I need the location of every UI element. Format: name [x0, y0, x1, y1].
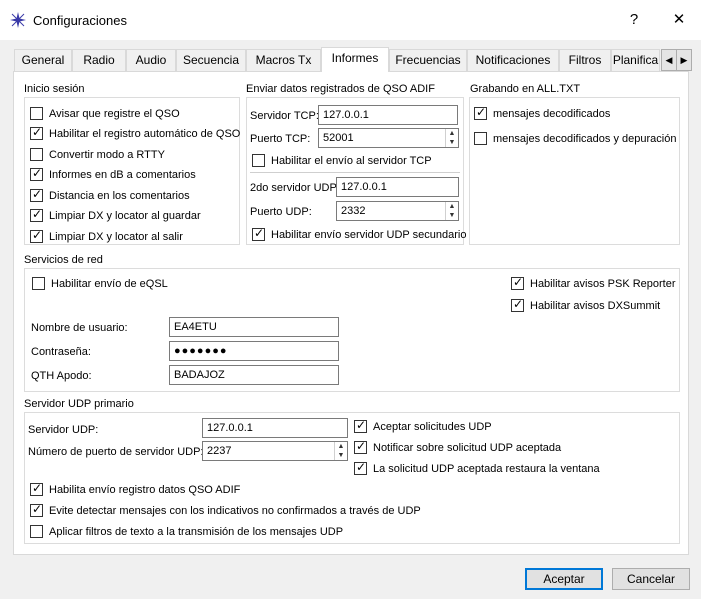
chk-dxsummit[interactable]: Habilitar avisos DXSummit: [511, 297, 660, 314]
checkbox[interactable]: [252, 154, 265, 167]
network-title: Servicios de red: [24, 254, 103, 266]
checkbox[interactable]: [30, 107, 43, 120]
checkbox[interactable]: [474, 105, 487, 120]
tab-notificaciones[interactable]: Notificaciones: [467, 49, 559, 71]
chk-evite-no-confirmados[interactable]: Evite detectar mensajes con los indicati…: [30, 502, 421, 519]
password-label: Contraseña:: [31, 346, 91, 358]
tcp-server-input[interactable]: 127.0.0.1: [318, 105, 458, 125]
spin-down-icon[interactable]: ▼: [335, 451, 347, 460]
chk-envio-adif[interactable]: Habilita envío registro datos QSO ADIF: [30, 481, 240, 498]
password-input[interactable]: ●●●●●●●: [169, 341, 339, 361]
checkbox[interactable]: [511, 297, 524, 312]
tcp-server-label: Servidor TCP:: [250, 110, 319, 122]
chk-eqsl[interactable]: Habilitar envío de eQSL: [32, 275, 168, 292]
checkbox[interactable]: [474, 132, 487, 145]
spin-up-icon[interactable]: ▲: [335, 442, 347, 451]
checkbox[interactable]: [30, 525, 43, 538]
udp-port-spinbox[interactable]: 2332 ▲ ▼: [336, 201, 459, 221]
checkbox[interactable]: [354, 439, 367, 454]
chk-tcp-enable[interactable]: Habilitar el envío al servidor TCP: [252, 152, 432, 169]
tab-planifica[interactable]: Planifica: [611, 49, 660, 71]
tab-frecuencias[interactable]: Frecuencias: [389, 49, 467, 71]
qth-input[interactable]: BADAJOZ: [169, 365, 339, 385]
adif-separator: [250, 172, 460, 173]
udp-port-label: Puerto UDP:: [250, 206, 312, 218]
udp-server-label: Servidor UDP:: [28, 424, 99, 436]
tab-radio[interactable]: Radio: [72, 49, 126, 71]
tab-informes[interactable]: Informes: [321, 47, 389, 72]
checkbox[interactable]: [30, 228, 43, 243]
checkbox[interactable]: [30, 187, 43, 202]
chk-limpiar-guardar[interactable]: Limpiar DX y locator al guardar: [30, 207, 201, 224]
spin-up-icon[interactable]: ▲: [446, 202, 458, 211]
tcp-port-label: Puerto TCP:: [250, 133, 311, 145]
chk-avisar-registro[interactable]: Avisar que registre el QSO: [30, 105, 180, 122]
checkbox[interactable]: [30, 166, 43, 181]
spin-down-icon[interactable]: ▼: [446, 138, 458, 147]
spin-up-icon[interactable]: ▲: [446, 129, 458, 138]
username-label: Nombre de usuario:: [31, 322, 128, 334]
help-button[interactable]: ?: [620, 8, 648, 32]
tab-general[interactable]: General: [14, 49, 72, 71]
qth-label: QTH Apodo:: [31, 370, 92, 382]
close-button[interactable]: ✕: [665, 8, 693, 32]
checkbox[interactable]: [354, 418, 367, 433]
checkbox[interactable]: [30, 502, 43, 517]
chk-psk-reporter[interactable]: Habilitar avisos PSK Reporter: [511, 275, 676, 292]
checkbox[interactable]: [511, 275, 524, 290]
checkbox[interactable]: [354, 460, 367, 475]
chk-restaura-ventana[interactable]: La solicitud UDP aceptada restaura la ve…: [354, 460, 600, 477]
chk-registro-automatico[interactable]: Habilitar el registro automático de QSO: [30, 125, 240, 142]
chk-distancia-comentarios[interactable]: Distancia en los comentarios: [30, 187, 190, 204]
udp-port-primary-spinbox[interactable]: 2237 ▲ ▼: [202, 441, 348, 461]
tab-scroll-right-icon[interactable]: ▶: [676, 49, 692, 71]
alltxt-title: Grabando en ALL.TXT: [470, 83, 581, 95]
inicio-sesion-title: Inicio sesión: [24, 83, 85, 95]
chk-aceptar-udp[interactable]: Aceptar solicitudes UDP: [354, 418, 492, 435]
tab-macros-tx[interactable]: Macros Tx: [246, 49, 321, 71]
checkbox[interactable]: [30, 148, 43, 161]
checkbox[interactable]: [30, 481, 43, 496]
chk-filtros-texto[interactable]: Aplicar filtros de texto a la transmisió…: [30, 523, 343, 540]
cancel-button[interactable]: Cancelar: [612, 568, 690, 590]
checkbox[interactable]: [30, 207, 43, 222]
tab-audio[interactable]: Audio: [126, 49, 176, 71]
chk-convertir-rtty[interactable]: Convertir modo a RTTY: [30, 146, 165, 163]
username-input[interactable]: EA4ETU: [169, 317, 339, 337]
tab-secuencia[interactable]: Secuencia: [176, 49, 246, 71]
window-title: Configuraciones: [33, 13, 127, 28]
chk-udp2-enable[interactable]: Habilitar envío servidor UDP secundario: [252, 226, 466, 243]
chk-notificar-udp[interactable]: Notificar sobre solicitud UDP aceptada: [354, 439, 561, 456]
checkbox[interactable]: [252, 226, 265, 241]
udp-primary-title: Servidor UDP primario: [24, 398, 134, 410]
udp-port-primary-label: Número de puerto de servidor UDP:: [28, 446, 204, 458]
checkbox[interactable]: [32, 277, 45, 290]
chk-limpiar-salir[interactable]: Limpiar DX y locator al salir: [30, 228, 183, 245]
checkbox[interactable]: [30, 125, 43, 140]
tab-scroll-left-icon[interactable]: ◀: [661, 49, 677, 71]
tab-filtros[interactable]: Filtros: [559, 49, 611, 71]
udp-server-input[interactable]: 127.0.0.1: [202, 418, 348, 438]
chk-mensajes-depuracion[interactable]: mensajes decodificados y depuración: [474, 130, 676, 147]
udp2-server-label: 2do servidor UDP: [250, 182, 337, 194]
accept-button[interactable]: Aceptar: [525, 568, 603, 590]
udp2-server-input[interactable]: 127.0.0.1: [336, 177, 459, 197]
chk-mensajes-decodificados[interactable]: mensajes decodificados: [474, 105, 610, 122]
app-star-icon: [10, 12, 26, 28]
spin-down-icon[interactable]: ▼: [446, 211, 458, 220]
tcp-port-spinbox[interactable]: 52001 ▲ ▼: [318, 128, 459, 148]
adif-title: Enviar datos registrados de QSO ADIF: [246, 83, 435, 95]
chk-informes-db[interactable]: Informes en dB a comentarios: [30, 166, 196, 183]
